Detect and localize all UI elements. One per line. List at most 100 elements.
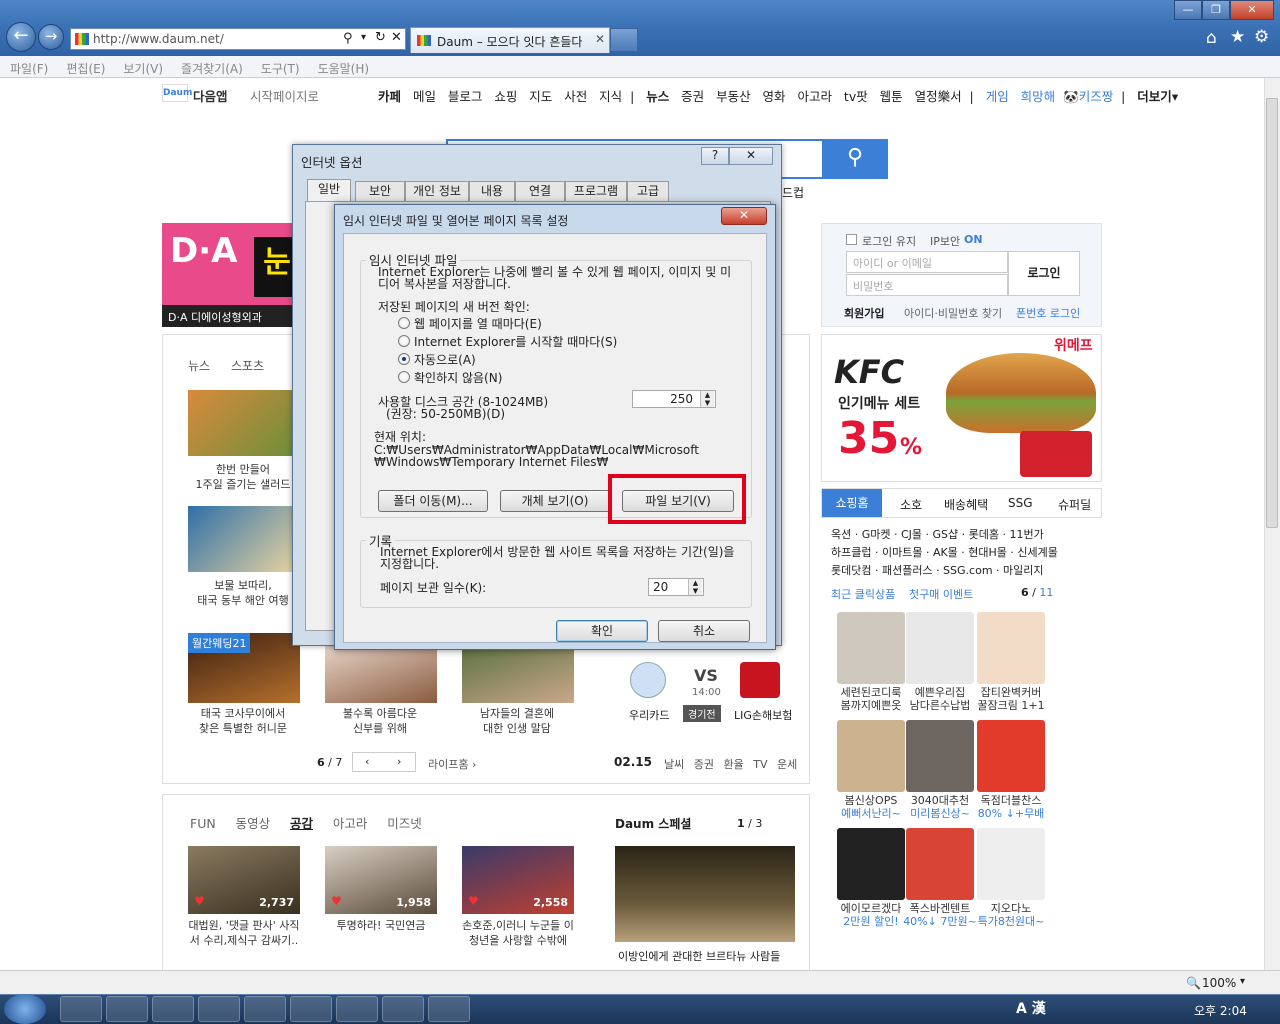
radio-label-3[interactable]: 자동으로(A) <box>414 351 476 368</box>
tab-connections[interactable]: 연결 <box>515 181 565 201</box>
tab-shopping-home[interactable]: 쇼핑홈 <box>822 489 882 517</box>
radio-label-2[interactable]: Internet Explorer를 시작할 때마다(S) <box>414 333 617 350</box>
shop-item-caption[interactable]: 잡티완벽커버 꿀잠크림 1+1 <box>965 686 1057 712</box>
shop-item-image[interactable] <box>837 720 905 792</box>
tab-close-icon[interactable]: ✕ <box>595 32 605 46</box>
fun-thumb-3[interactable]: ♥ 2,558 <box>462 846 574 914</box>
cancel-button[interactable]: 취소 <box>658 620 750 642</box>
menu-file[interactable]: 파일(F) <box>10 60 48 77</box>
refresh-icon[interactable]: ↻ <box>375 30 386 45</box>
kfc-ad[interactable]: KFC 인기메뉴 세트 35 % 위메프 <box>821 334 1102 482</box>
shop-links[interactable]: 옥션 · G마켓 · CJ몰 · GS샵 · 롯데홈 · 11번가 하프클럽 · … <box>831 526 1058 580</box>
radio-never[interactable] <box>398 371 410 383</box>
ie-taskbar-icon[interactable] <box>60 996 102 1022</box>
tab-superdeal[interactable]: 슈퍼딜 <box>1058 496 1091 513</box>
wedding-item-3[interactable]: 남자들의 결혼에 대한 인생 말담 <box>452 706 582 736</box>
shop-item-image[interactable] <box>837 828 905 900</box>
help-button[interactable]: ? <box>701 147 729 165</box>
shop-item-caption[interactable]: 독점더블찬스 80% ↓+무배 <box>965 794 1057 820</box>
capture-taskbar-icon[interactable] <box>382 996 424 1022</box>
nav-stock[interactable]: 증권 <box>681 89 704 104</box>
quick-exchange[interactable]: 환율 <box>724 758 744 771</box>
nav-news[interactable]: 뉴스 <box>646 89 669 104</box>
nav-passion[interactable]: 열정樂서 <box>915 89 962 104</box>
radio-label-1[interactable]: 웹 페이지를 열 때마다(E) <box>414 315 542 332</box>
view-objects-button[interactable]: 개체 보기(O) <box>500 490 610 512</box>
find-link[interactable]: 아이디·비밀번호 찾기 <box>904 305 1002 321</box>
shop-item-image[interactable] <box>977 720 1045 792</box>
nav-tvpot[interactable]: tv팟 <box>844 89 868 104</box>
start-button[interactable] <box>4 994 46 1024</box>
address-bar[interactable]: http://www.daum.net/ ⚲ ▾ ↻ ✕ <box>70 28 406 50</box>
ime-indicator[interactable]: A 漢 <box>1016 998 1046 1018</box>
temp-close-button[interactable]: ✕ <box>721 207 767 225</box>
radio-label-4[interactable]: 확인하지 않음(N) <box>414 369 502 386</box>
shop-item-caption[interactable]: 지오다노 특가8천원대~ <box>965 902 1057 928</box>
fun-item-2[interactable]: 투명하라! 국민연금 <box>317 918 445 933</box>
shop-item-image[interactable] <box>906 720 974 792</box>
scrollbar-thumb[interactable] <box>1266 98 1278 528</box>
fun-item-1[interactable]: 대법원, '댓글 판사' 사직 서 수리,제식구 감싸기.. <box>180 918 308 948</box>
dropdown-icon[interactable]: ▾ <box>361 32 366 43</box>
tab-general[interactable]: 일반 <box>307 179 351 201</box>
nav-webtoon[interactable]: 웹툰 <box>880 89 903 104</box>
new-tab-button[interactable] <box>610 28 638 52</box>
startpage-link[interactable]: 시작페이지로 <box>250 86 319 105</box>
nav-movie[interactable]: 영화 <box>763 89 786 104</box>
nav-blog[interactable]: 블로그 <box>448 89 483 104</box>
join-link[interactable]: 회원가입 <box>844 305 884 321</box>
quick-weather[interactable]: 날씨 <box>664 758 684 771</box>
keep-login-checkbox[interactable] <box>846 234 857 245</box>
tab-miznet[interactable]: 미즈넷 <box>387 816 422 831</box>
back-button[interactable]: ← <box>6 22 36 52</box>
menu-tools[interactable]: 도구(T) <box>261 60 300 77</box>
nav-mail[interactable]: 메일 <box>413 89 436 104</box>
quick-stock[interactable]: 증권 <box>694 758 714 771</box>
radio-every-visit[interactable] <box>398 317 410 329</box>
fun-thumb-2[interactable]: ♥ 1,958 <box>325 846 437 914</box>
wedding-item-1[interactable]: 태국 코사무이에서 찾은 특별한 허니문 <box>178 706 308 736</box>
daum-app-link[interactable]: 다음앱 <box>193 86 228 105</box>
menu-edit[interactable]: 편집(E) <box>66 60 105 77</box>
photoshop-taskbar-icon[interactable] <box>290 996 332 1022</box>
app-taskbar-icon[interactable] <box>244 996 286 1022</box>
quick-fortune[interactable]: 운세 <box>777 758 797 771</box>
wedding-item-2[interactable]: 불수록 아름다운 신부를 위해 <box>315 706 445 736</box>
nav-knowledge[interactable]: 지식 <box>599 89 622 104</box>
explorer-taskbar-icon[interactable] <box>106 996 148 1022</box>
life-item-1[interactable]: 한번 만들어 1주일 즐기는 샐러드 <box>178 462 308 492</box>
shop-item-image[interactable] <box>977 612 1045 684</box>
tab-programs[interactable]: 프로그램 <box>565 181 627 201</box>
password-input[interactable]: 비밀번호 <box>846 274 1008 296</box>
tools-gear-icon[interactable]: ⚙ <box>1254 27 1269 47</box>
travel-thumb[interactable] <box>188 506 298 572</box>
stop-icon[interactable]: ✕ <box>391 30 402 45</box>
zoom-dropdown-icon[interactable]: ▾ <box>1240 976 1245 987</box>
nav-realestate[interactable]: 부동산 <box>716 89 751 104</box>
phone-login-link[interactable]: 폰번호 로그인 <box>1016 305 1080 321</box>
prev-icon[interactable]: ‹ <box>365 755 369 768</box>
search-sub-link[interactable]: 드컵 <box>782 184 804 201</box>
nav-map[interactable]: 지도 <box>529 89 552 104</box>
ok-button[interactable]: 확인 <box>556 620 648 642</box>
life-home-link[interactable]: 라이프홈 › <box>428 756 476 772</box>
days-spin-arrows[interactable]: ▲ ▼ <box>688 579 702 595</box>
menu-help[interactable]: 도움말(H) <box>318 60 370 77</box>
search-icon[interactable]: ⚲ <box>343 31 353 46</box>
salad-thumb[interactable] <box>188 390 298 456</box>
first-buy-link[interactable]: 첫구매 이벤트 <box>909 586 973 602</box>
nav-shopping[interactable]: 쇼핑 <box>494 89 517 104</box>
tab-security[interactable]: 보안 <box>355 181 405 201</box>
tab-video[interactable]: 동영상 <box>236 816 271 831</box>
daum-app-icon[interactable]: Daum <box>162 84 192 102</box>
tab-advanced[interactable]: 고급 <box>627 181 669 201</box>
options-close-button[interactable]: ✕ <box>729 147 773 165</box>
shop-item-image[interactable] <box>977 828 1045 900</box>
shop-item-image[interactable] <box>837 612 905 684</box>
zoom-level[interactable]: 100% <box>1202 976 1236 990</box>
tab-content[interactable]: 내용 <box>469 181 515 201</box>
tab-privacy[interactable]: 개인 정보 <box>405 181 469 201</box>
ip-state[interactable]: ON <box>964 233 983 246</box>
nav-cafe[interactable]: 카페 <box>378 89 401 104</box>
nav-dict[interactable]: 사전 <box>564 89 587 104</box>
